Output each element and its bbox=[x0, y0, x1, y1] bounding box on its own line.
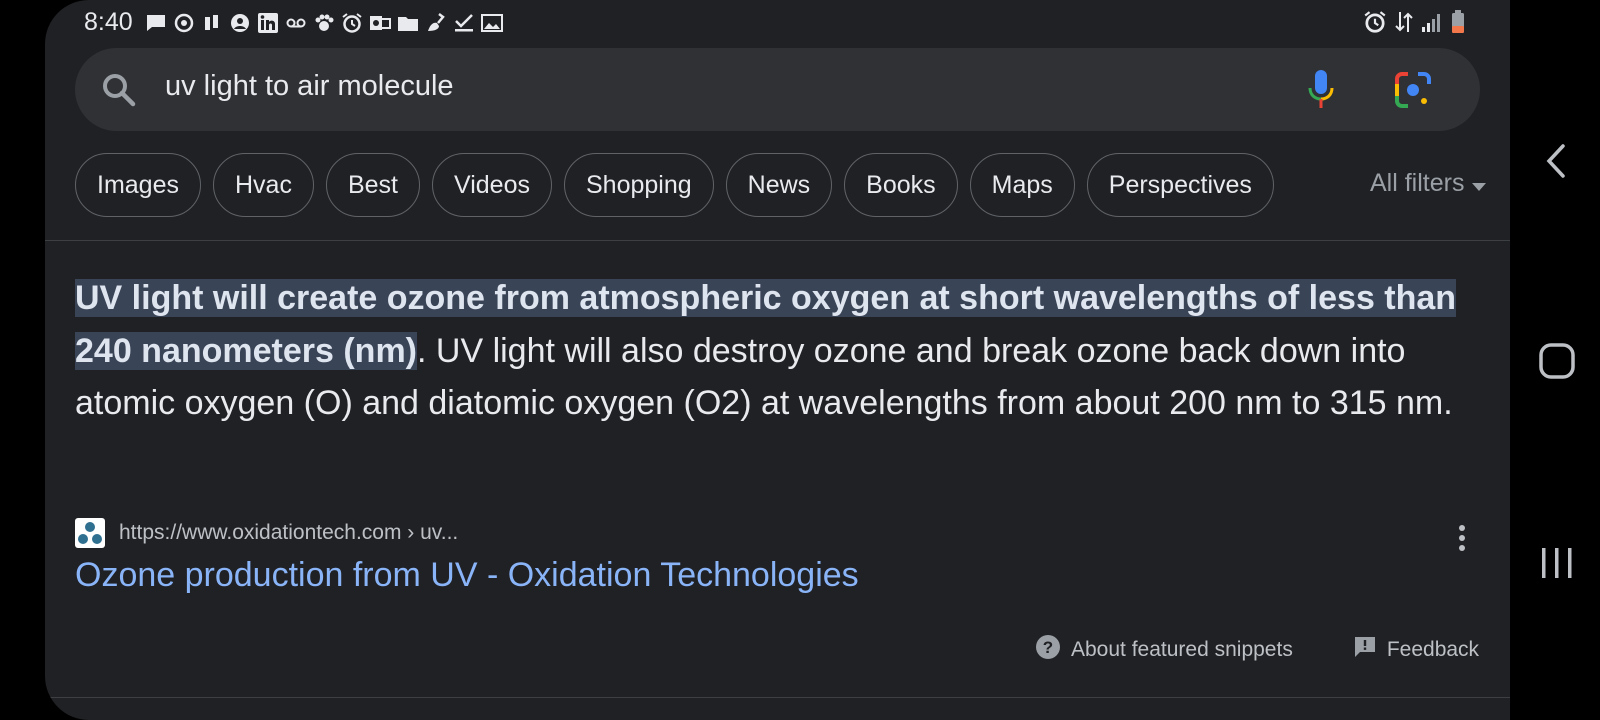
chip-books[interactable]: Books bbox=[844, 153, 958, 217]
outlook-icon bbox=[369, 12, 391, 34]
home-icon[interactable] bbox=[1539, 343, 1575, 384]
back-icon[interactable] bbox=[1545, 143, 1567, 184]
more-options-icon[interactable] bbox=[1458, 524, 1466, 552]
system-nav-bar bbox=[1510, 0, 1600, 720]
account-icon bbox=[229, 12, 251, 34]
svg-text:?: ? bbox=[1043, 638, 1053, 657]
system-status-icons bbox=[1363, 10, 1465, 39]
chip-best[interactable]: Best bbox=[325, 153, 420, 217]
chip-images[interactable]: Images bbox=[75, 153, 201, 217]
chip-shopping[interactable]: Shopping bbox=[563, 153, 714, 217]
data-icon bbox=[1395, 10, 1413, 39]
paw-icon bbox=[313, 12, 335, 34]
lens-icon[interactable] bbox=[1393, 70, 1433, 110]
cleaner-icon bbox=[425, 12, 447, 34]
chip-maps[interactable]: Maps bbox=[969, 153, 1075, 217]
chip-perspectives[interactable]: Perspectives bbox=[1086, 153, 1274, 217]
result-url[interactable]: https://www.oxidationtech.com › uv... bbox=[119, 521, 458, 545]
chip-news[interactable]: News bbox=[725, 153, 833, 217]
filter-chips: Images Hvac Best Videos Shopping News Bo… bbox=[75, 153, 1274, 219]
search-icon[interactable] bbox=[99, 70, 139, 110]
chip-hvac[interactable]: Hvac bbox=[212, 153, 314, 217]
recents-icon[interactable] bbox=[1540, 547, 1574, 584]
search-bar[interactable]: uv light to air molecule bbox=[75, 48, 1480, 131]
folder-icon bbox=[397, 12, 419, 34]
search-query[interactable]: uv light to air molecule bbox=[165, 70, 454, 103]
dropdown-arrow-icon bbox=[1472, 169, 1487, 198]
linkedin-icon bbox=[257, 12, 279, 34]
mic-icon[interactable] bbox=[1307, 68, 1335, 112]
signal-icon bbox=[1421, 11, 1443, 38]
sync-icon bbox=[173, 12, 195, 34]
message-icon bbox=[145, 12, 167, 34]
divider bbox=[45, 697, 1510, 698]
status-time: 8:40 bbox=[84, 8, 133, 36]
alarm-icon bbox=[341, 12, 363, 34]
divider bbox=[45, 240, 1510, 241]
all-filters-label: All filters bbox=[1370, 169, 1465, 197]
browser-screen: 8:40 uv light to air molecule Images Hva… bbox=[45, 0, 1510, 720]
feedback-link[interactable]: Feedback bbox=[1387, 638, 1479, 662]
snippet-footer: ? About featured snippets Feedback bbox=[1035, 634, 1479, 666]
chip-videos[interactable]: Videos bbox=[431, 153, 552, 217]
featured-snippet-text: UV light will create ozone from atmosphe… bbox=[75, 272, 1495, 430]
alarm-icon bbox=[1363, 10, 1387, 39]
image-icon bbox=[481, 12, 503, 34]
about-featured-snippets-link[interactable]: About featured snippets bbox=[1071, 638, 1293, 662]
battery-low-icon bbox=[1451, 10, 1465, 39]
app-icon bbox=[201, 12, 223, 34]
help-icon[interactable]: ? bbox=[1035, 634, 1061, 666]
all-filters-button[interactable]: All filters bbox=[1370, 169, 1487, 198]
site-favicon bbox=[75, 518, 105, 548]
result-title-link[interactable]: Ozone production from UV - Oxidation Tec… bbox=[75, 556, 859, 595]
status-bar: 8:40 bbox=[45, 0, 1510, 44]
feedback-icon[interactable] bbox=[1353, 635, 1377, 665]
result-source[interactable]: https://www.oxidationtech.com › uv... bbox=[75, 518, 458, 548]
check-icon bbox=[453, 12, 475, 34]
voicemail-icon bbox=[285, 12, 307, 34]
notification-icons bbox=[145, 10, 503, 36]
